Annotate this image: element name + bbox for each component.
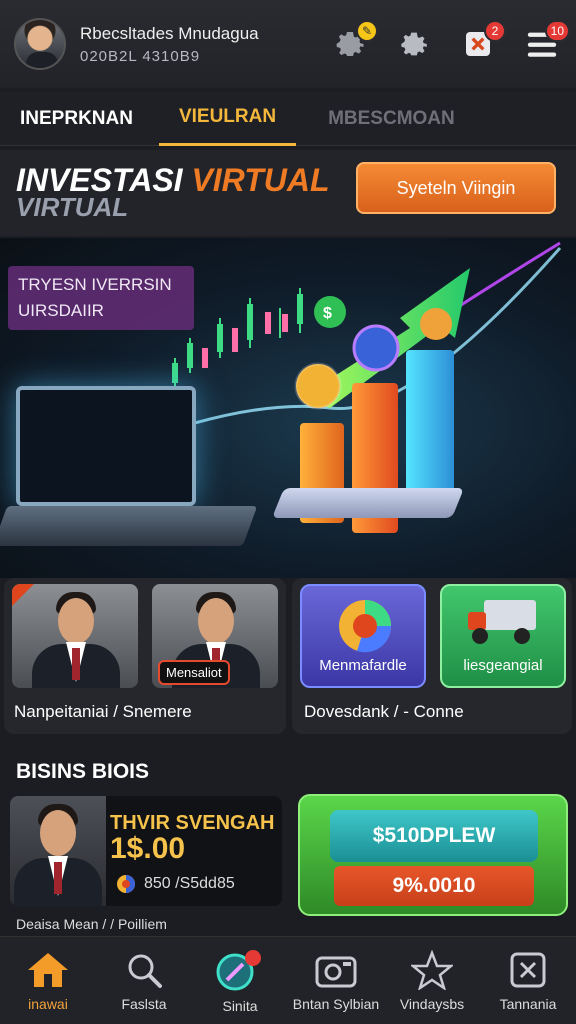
people-caption: Nanpeitaniai / Snemere [14, 702, 192, 721]
menu-button[interactable]: 10 [522, 20, 570, 64]
settings-badge: ✎ [355, 20, 378, 42]
svg-text:$: $ [323, 305, 332, 322]
hero-image: $ TRYESN IVERRSIN UIRSDAIIR [0, 238, 576, 578]
nav-label-tools: Tannania [499, 995, 557, 1012]
laptop-screen [16, 386, 196, 506]
system-button[interactable]: Syeteln Viingin [356, 162, 556, 214]
promo-caption: Deaisa Mean / / Poilliem [16, 916, 167, 932]
user-info: Rbecsltades Mnudagua 020B2L 4310B9 [80, 24, 259, 65]
tile-1[interactable]: Menmafardle [300, 584, 426, 688]
people-card[interactable]: Mensaliot Nanpeitaniai / Snemere [4, 578, 286, 734]
section-title: BISINS BIOIS [16, 760, 150, 783]
nav-label-discover: Sinita [222, 997, 258, 1014]
nav-label-home: inawai [28, 995, 68, 1012]
nav-home[interactable]: inawai [0, 937, 96, 1024]
nav-label-search: Faslsta [121, 995, 167, 1012]
hero-label: TRYESN IVERRSIN UIRSDAIIR [8, 266, 194, 330]
tab-bar: INEPRKNAN VIEULRAN MBESCMOAN [0, 92, 576, 146]
offer-button-1[interactable]: $510DPLEW [330, 810, 538, 862]
offer-button-2[interactable]: 9%.0010 [334, 866, 534, 906]
bottom-nav: inawai Faslsta Sinita Bntan Sylbian Vind… [0, 936, 576, 1024]
person-photo-1 [12, 584, 138, 688]
chart-platform [271, 488, 465, 518]
coin-icon [117, 875, 135, 893]
person-tag: Mensaliot [158, 660, 230, 685]
home-icon [28, 952, 68, 987]
star-icon [411, 949, 453, 990]
nav-discover[interactable]: Sinita [192, 937, 288, 1024]
search-icon [128, 954, 162, 988]
tools-card[interactable]: Menmafardle liesgeangial Dovesdank / - C… [292, 578, 572, 734]
nav-tools[interactable]: Tannania [480, 937, 576, 1024]
app-header: Rbecsltades Mnudagua 020B2L 4310B9 ✎ 2 1… [0, 0, 576, 88]
user-name: Rbecsltades Mnudagua [80, 23, 259, 43]
gear-badge-button[interactable]: ✎ [330, 20, 378, 64]
flag-icon [12, 584, 34, 606]
magnifier-badge-icon [216, 949, 261, 990]
tab-1[interactable]: INEPRKNAN [0, 92, 153, 146]
nav-search[interactable]: Faslsta [96, 937, 192, 1024]
promo-photo [10, 796, 106, 906]
nav-favorites[interactable]: Vindaysbs [384, 937, 480, 1024]
gear-icon [401, 32, 427, 56]
close-box-icon [510, 952, 546, 987]
hero-label-line1: TRYESN IVERRSIN [18, 275, 172, 294]
settings-button[interactable] [394, 24, 434, 64]
tasks-button[interactable]: 2 [458, 20, 506, 64]
nav-label-favorites: Vindaysbs [399, 995, 465, 1012]
tab-3[interactable]: MBESCMOAN [308, 92, 475, 146]
page-subtitle: VIRTUAL [16, 192, 129, 222]
user-id: 020B2L 4310B9 [80, 47, 201, 65]
tools-caption: Dovesdank / - Conne [304, 702, 464, 721]
tile-2-label: liesgeangial [463, 657, 543, 674]
tasks-badge: 2 [484, 20, 506, 42]
promo-stat: 850 /S5dd85 [116, 874, 235, 894]
camera-icon [315, 956, 357, 987]
pie-chart-icon [339, 600, 392, 653]
tile-2[interactable]: liesgeangial [440, 584, 566, 688]
avatar[interactable] [14, 18, 66, 70]
nav-camera[interactable]: Bntan Sylbian [288, 937, 384, 1024]
nav-label-camera: Bntan Sylbian [292, 995, 380, 1012]
truck-icon [468, 600, 536, 644]
promo-value: 1$.00 [110, 832, 186, 865]
laptop-keyboard [0, 506, 258, 546]
tab-2[interactable]: VIEULRAN [158, 92, 297, 146]
cards-row: Mensaliot Nanpeitaniai / Snemere Menmafa… [0, 578, 576, 736]
person-photo-2: Mensaliot [152, 584, 278, 688]
title-word-2: VIRTUAL [191, 162, 330, 198]
promo-stat-text: 850 /S5dd85 [144, 875, 235, 892]
hero-label-line2: UIRSDAIIR [18, 301, 104, 320]
tile-1-label: Menmafardle [319, 657, 407, 674]
menu-badge: 10 [544, 20, 570, 42]
